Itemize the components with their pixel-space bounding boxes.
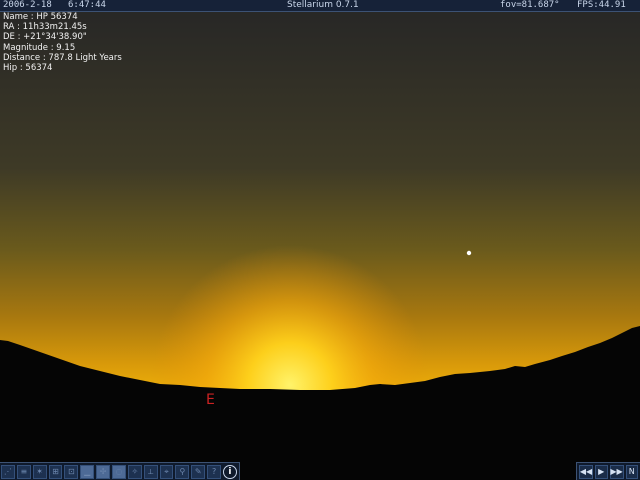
equatorial-mount-icon: ⟂ <box>147 466 154 476</box>
constellation-names-icon: ≡ <box>20 467 28 476</box>
azimuth-grid-button[interactable]: ⊞ <box>48 464 63 479</box>
object-distance: Distance : 787.8 Light Years <box>3 52 122 63</box>
now-button[interactable]: N <box>625 464 638 479</box>
play-button[interactable]: ▶ <box>595 464 608 479</box>
constellation-lines-button[interactable]: ⋰ <box>1 464 15 479</box>
date-display: 2006-2-18 <box>3 0 52 10</box>
info-icon: i <box>228 466 232 477</box>
goto-button[interactable]: ⌖ <box>159 464 174 479</box>
nebula-names-button[interactable]: ✧ <box>127 464 142 479</box>
constellation-lines-icon: ⋰ <box>3 467 12 476</box>
ground-icon: ▁ <box>84 467 91 476</box>
fps-display: FPS:44.91 <box>577 0 626 10</box>
top-status-bar: 2006-2-18 6:47:44 Stellarium 0.7.1 fov=8… <box>0 0 640 12</box>
object-magnitude: Magnitude : 9.15 <box>3 42 76 53</box>
config-button[interactable]: ✎ <box>191 464 206 479</box>
config-icon: ✎ <box>194 467 202 476</box>
forward-button[interactable]: ▶▶ <box>609 464 624 479</box>
equatorial-mount-button[interactable]: ⟂ <box>143 464 158 479</box>
search-button[interactable]: ⚲ <box>175 464 190 479</box>
object-de: DE : +21°34'38.90" <box>3 32 87 43</box>
time-toolbar: ◀◀ ▶ ▶▶ N <box>576 462 640 480</box>
constellation-names-button[interactable]: ≡ <box>16 464 31 479</box>
info-button[interactable]: i <box>223 464 237 479</box>
ground-button[interactable]: ▁ <box>80 464 95 479</box>
equatorial-grid-button[interactable]: ⊡ <box>64 464 79 479</box>
atmosphere-icon: ◌ <box>115 467 123 476</box>
constellation-art-button[interactable]: ✶ <box>32 464 47 479</box>
constellation-art-icon: ✶ <box>36 467 43 476</box>
goto-icon: ⌖ <box>164 466 169 476</box>
equatorial-grid-icon: ⊡ <box>68 467 75 476</box>
object-hip: Hip : 56374 <box>3 62 53 73</box>
time-display: 6:47:44 <box>68 0 106 10</box>
app-title: Stellarium 0.7.1 <box>287 0 359 10</box>
fov-display: fov=81.687° <box>500 0 560 10</box>
rewind-icon: ◀◀ <box>579 467 593 476</box>
main-toolbar: ⋰ ≡ ✶ ⊞ ⊡ ▁ ✢ ◌ ✧ ⟂ ⌖ ⚲ ✎ ? i <box>0 462 240 480</box>
object-info-panel: Name : HP 56374 RA : 11h33m21.45s DE : +… <box>3 12 122 73</box>
cardinal-points-icon: ✢ <box>99 467 107 476</box>
play-icon: ▶ <box>598 467 605 476</box>
cardinal-east: E <box>206 392 215 408</box>
forward-icon: ▶▶ <box>610 467 623 476</box>
atmosphere-button[interactable]: ◌ <box>112 464 126 479</box>
now-icon: N <box>628 467 635 476</box>
azimuth-grid-icon: ⊞ <box>52 467 59 476</box>
help-button[interactable]: ? <box>207 464 222 479</box>
search-icon: ⚲ <box>179 467 186 476</box>
object-ra: RA : 11h33m21.45s <box>3 22 87 33</box>
star-point[interactable] <box>466 250 472 256</box>
nebula-names-icon: ✧ <box>131 467 139 476</box>
object-name: Name : HP 56374 <box>3 12 78 22</box>
cardinal-points-button[interactable]: ✢ <box>96 464 111 479</box>
rewind-button[interactable]: ◀◀ <box>579 464 593 479</box>
help-icon: ? <box>211 467 217 476</box>
